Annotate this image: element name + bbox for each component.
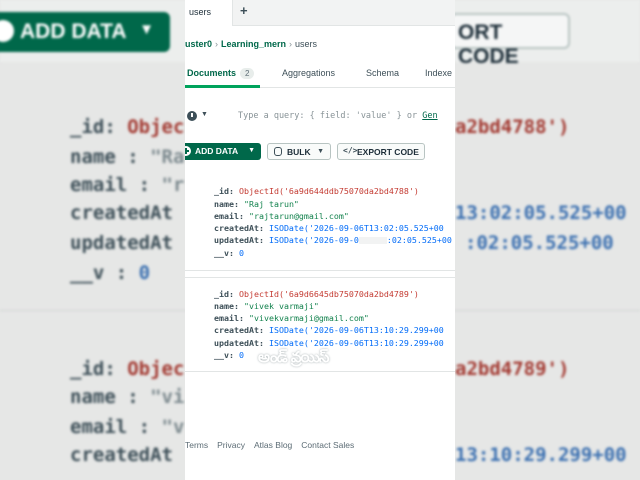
field-id: _id: ObjectId('6a9d644ddb75070da2bd4788'… — [214, 186, 419, 196]
chevron-right-icon: › — [289, 38, 293, 49]
tab-aggregations[interactable]: Aggregations — [282, 68, 335, 78]
bg-line-created-2: createdAt — [70, 444, 173, 466]
plus-circle-icon — [185, 146, 191, 156]
documents-toolbar: ADD DATA ▼ BULK ▼ </> EXPORT CODE — [185, 143, 455, 161]
export-code-button[interactable]: </> EXPORT CODE — [337, 143, 425, 160]
bg-tail-id-1: a2bd4788') — [455, 116, 570, 138]
field-name: name: "Raj tarun" — [214, 199, 299, 209]
tab-schema[interactable]: Schema — [366, 68, 399, 78]
bulk-update-button[interactable]: BULK ▼ — [267, 143, 331, 160]
bg-line-updated-1: updatedAt — [70, 232, 173, 254]
redacted-block — [358, 237, 387, 244]
bulk-label: BULK — [287, 147, 311, 157]
string-value: "Raj tarun" — [243, 199, 299, 209]
export-code-label: EXPORT CODE — [357, 147, 419, 157]
footer-link-atlas-blog[interactable]: Atlas Blog — [254, 440, 292, 450]
footer-link-terms[interactable]: Terms — [185, 440, 208, 450]
collection-subtabs: Documents 2 Aggregations Schema Indexe — [185, 60, 455, 88]
data-explorer-panel: users + uster0 › Learning_mern › users Docum… — [185, 0, 455, 480]
bg-line-email-1: email : "r — [70, 174, 185, 196]
bg-tail-id-2: a2bd4789') — [455, 358, 570, 380]
bg-export-code-label: ORT CODE — [458, 21, 519, 68]
date-value: ISODate('2026-09-06T13:10:29.299+00 — [268, 325, 444, 335]
number-value: 0 — [238, 350, 244, 360]
code-icon: </> — [343, 146, 358, 155]
bg-line-name-2: name : "vi — [70, 386, 185, 408]
string-value: "rajtarun@gmail.com" — [248, 211, 349, 221]
document-card[interactable]: _id: ObjectId('6a9d644ddb75070da2bd4788'… — [185, 170, 455, 271]
number-value: 0 — [238, 248, 244, 258]
bg-line-email-2: email : "v — [70, 416, 185, 438]
query-bar: ▼ Type a query: { field: 'value' } or Ge… — [185, 108, 455, 126]
query-input[interactable]: Type a query: { field: 'value' } or Gen — [238, 111, 438, 121]
video-caption-overlay: అండ్ వ్రయిస్ — [258, 348, 329, 366]
breadcrumb-cluster[interactable]: uster0 — [185, 39, 212, 49]
documents-count-badge: 2 — [240, 68, 255, 79]
date-value: ISODate('2026-09-06T13:10:29.299+00 — [268, 338, 444, 348]
field-name: name: "vivek varmaji" — [214, 301, 319, 311]
chevron-down-icon[interactable]: ▼ — [201, 111, 208, 118]
bg-line-v-1: __v : 0 — [70, 262, 151, 284]
bg-tail-created-1: 13:02:05.525+00 — [455, 202, 627, 224]
bg-line-id-1: _id: Objec — [70, 116, 185, 138]
tab-users-label: users — [189, 7, 212, 17]
string-value: "vivekvarmaji@gmail.com" — [248, 313, 369, 323]
field-updated-at: updatedAt: ISODate('2026-09-06T13:10:29.… — [214, 338, 444, 348]
chevron-down-icon: ▼ — [248, 147, 255, 154]
bg-line-id-2: _id: Objec — [70, 358, 185, 380]
date-value: ISODate('2026-09-06T13:02:05.525+00 — [268, 223, 444, 233]
generate-query-link[interactable]: Gen — [422, 111, 437, 121]
footer-link-contact-sales[interactable]: Contact Sales — [301, 440, 354, 450]
add-tab-plus-icon[interactable]: + — [240, 3, 248, 18]
tab-bar: users + — [185, 0, 455, 26]
field-version: __v: 0 — [214, 248, 244, 258]
history-icon[interactable] — [187, 111, 197, 121]
bg-tail-updated-1: :02:05.525+00 — [465, 232, 614, 254]
field-created-at: createdAt: ISODate('2026-09-06T13:02:05.… — [214, 223, 444, 233]
bg-export-code-button: ORT CODE — [450, 13, 570, 68]
bg-line-created-1: createdAt — [70, 202, 173, 224]
bg-add-data-button: ADD DATA ▼ — [0, 12, 170, 52]
breadcrumb: uster0 › Learning_mern › users — [185, 38, 317, 52]
database-icon — [274, 147, 282, 156]
tab-documents[interactable]: Documents 2 — [187, 68, 255, 79]
bg-tail-created-2: 13:10:29.299+00 — [455, 444, 627, 466]
field-id: _id: ObjectId('6a9d6645db75070da2bd4789'… — [214, 289, 419, 299]
field-created-at: createdAt: ISODate('2026-09-06T13:10:29.… — [214, 325, 444, 335]
add-data-button[interactable]: ADD DATA ▼ — [185, 143, 261, 160]
tab-users[interactable]: users — [185, 0, 233, 26]
bg-line-name-1: name : "Ra — [70, 146, 185, 168]
objectid-value: ObjectId('6a9d644ddb75070da2bd4788') — [238, 186, 419, 196]
chevron-right-icon: › — [215, 38, 219, 49]
breadcrumb-database[interactable]: Learning_mern — [221, 39, 286, 49]
chevron-down-icon: ▼ — [317, 148, 324, 155]
field-updated-at: updatedAt: ISODate('2026-09-0:02:05.525+… — [214, 235, 452, 245]
active-tab-indicator — [185, 85, 260, 88]
field-email: email: "vivekvarmaji@gmail.com" — [214, 313, 369, 323]
add-data-label: ADD DATA — [195, 146, 239, 156]
query-placeholder: Type a query: { field: 'value' } or — [238, 111, 418, 121]
tab-documents-label: Documents — [187, 68, 237, 78]
tab-indexes[interactable]: Indexe — [425, 68, 452, 78]
field-version: __v: 0 — [214, 350, 244, 360]
string-value: "vivek varmaji" — [243, 301, 319, 311]
breadcrumb-collection: users — [295, 38, 318, 49]
footer-link-privacy[interactable]: Privacy — [217, 440, 245, 450]
video-frame: ADD DATA ▼ ORT CODE _id: Objec a2bd4788'… — [0, 0, 640, 480]
field-email: email: "rajtarun@gmail.com" — [214, 211, 349, 221]
objectid-value: ObjectId('6a9d6645db75070da2bd4789') — [238, 289, 419, 299]
footer-links: Terms Privacy Atlas Blog Contact Sales — [185, 440, 363, 454]
bg-chevron-down-icon: ▼ — [139, 21, 154, 38]
bg-add-data-label: ADD DATA — [20, 20, 127, 43]
